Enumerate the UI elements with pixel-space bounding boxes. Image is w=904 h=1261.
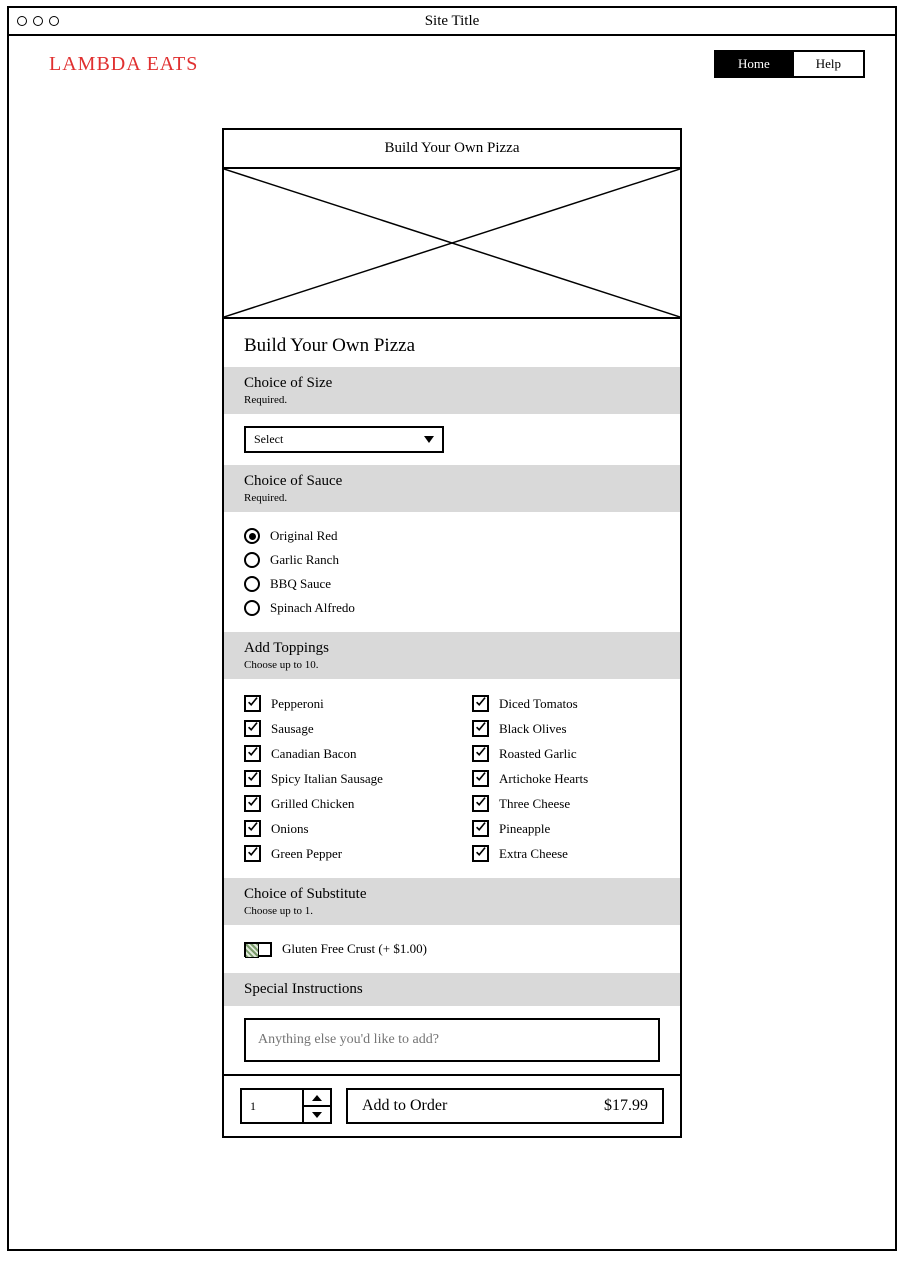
- nav-tabs: Home Help: [714, 50, 865, 78]
- topping-label: Onions: [271, 821, 309, 837]
- sauce-option-label: Garlic Ranch: [270, 552, 339, 568]
- instructions-title: Special Instructions: [244, 981, 660, 998]
- size-sub: Required.: [244, 394, 660, 406]
- checkbox-topping[interactable]: [244, 720, 261, 737]
- sauce-options: Original Red Garlic Ranch BBQ Sauce Spin…: [224, 512, 680, 632]
- order-footer: 1 Add to Order $17.99: [224, 1074, 680, 1136]
- checkbox-topping[interactable]: [472, 795, 489, 812]
- checkbox-topping[interactable]: [244, 770, 261, 787]
- topping-label: Grilled Chicken: [271, 796, 354, 812]
- topping-label: Extra Cheese: [499, 846, 568, 862]
- brand-logo: LAMBDA EATS: [49, 53, 198, 76]
- chevron-up-icon: [312, 1095, 322, 1101]
- topping-label: Artichoke Hearts: [499, 771, 588, 787]
- checkbox-topping[interactable]: [472, 845, 489, 862]
- toppings-title: Add Toppings: [244, 640, 660, 657]
- sauce-sub: Required.: [244, 492, 660, 504]
- topping-label: Black Olives: [499, 721, 567, 737]
- sauce-option-label: BBQ Sauce: [270, 576, 331, 592]
- quantity-decrement[interactable]: [304, 1107, 330, 1122]
- section-instructions-header: Special Instructions: [224, 973, 680, 1006]
- order-price: $17.99: [604, 1097, 648, 1115]
- form-heading: Build Your Own Pizza: [224, 319, 680, 367]
- radio-garlic-ranch[interactable]: [244, 552, 260, 568]
- topping-label: Roasted Garlic: [499, 746, 577, 762]
- size-select[interactable]: Select: [244, 426, 444, 453]
- topping-label: Sausage: [271, 721, 314, 737]
- checkbox-topping[interactable]: [244, 695, 261, 712]
- page-header: LAMBDA EATS Home Help: [9, 36, 895, 88]
- topping-label: Pineapple: [499, 821, 550, 837]
- topping-label: Spicy Italian Sausage: [271, 771, 383, 787]
- section-sauce-header: Choice of Sauce Required.: [224, 465, 680, 512]
- checkbox-topping[interactable]: [244, 745, 261, 762]
- checkbox-topping[interactable]: [244, 795, 261, 812]
- site-title: Site Title: [9, 13, 895, 30]
- sauce-option-label: Spinach Alfredo: [270, 600, 355, 616]
- section-toppings-header: Add Toppings Choose up to 10.: [224, 632, 680, 679]
- quantity-increment[interactable]: [304, 1090, 330, 1107]
- checkbox-topping[interactable]: [472, 720, 489, 737]
- nav-tab-home[interactable]: Home: [714, 50, 794, 78]
- topping-label: Diced Tomatos: [499, 696, 578, 712]
- size-title: Choice of Size: [244, 375, 660, 392]
- checkbox-topping[interactable]: [472, 695, 489, 712]
- substitute-title: Choice of Substitute: [244, 886, 660, 903]
- hero-image-placeholder: [224, 169, 680, 319]
- add-to-order-button[interactable]: Add to Order $17.99: [346, 1088, 664, 1124]
- radio-spinach-alfredo[interactable]: [244, 600, 260, 616]
- topping-label: Canadian Bacon: [271, 746, 357, 762]
- topping-label: Pepperoni: [271, 696, 324, 712]
- toppings-sub: Choose up to 10.: [244, 659, 660, 671]
- radio-bbq-sauce[interactable]: [244, 576, 260, 592]
- special-instructions-input[interactable]: [244, 1018, 660, 1062]
- section-substitute-header: Choice of Substitute Choose up to 1.: [224, 878, 680, 925]
- substitute-option-label: Gluten Free Crust (+ $1.00): [282, 941, 427, 957]
- size-select-label: Select: [254, 432, 283, 447]
- sauce-title: Choice of Sauce: [244, 473, 660, 490]
- chevron-down-icon: [312, 1112, 322, 1118]
- topping-label: Three Cheese: [499, 796, 570, 812]
- substitute-sub: Choose up to 1.: [244, 905, 660, 917]
- topping-label: Green Pepper: [271, 846, 342, 862]
- quantity-value: 1: [242, 1090, 304, 1122]
- section-size-header: Choice of Size Required.: [224, 367, 680, 414]
- toggle-gluten-free[interactable]: [244, 942, 272, 957]
- checkbox-topping[interactable]: [244, 820, 261, 837]
- checkbox-topping[interactable]: [244, 845, 261, 862]
- sauce-option-label: Original Red: [270, 528, 338, 544]
- toppings-grid: Pepperoni Sausage Canadian Bacon Spicy Ital…: [244, 691, 660, 866]
- pizza-form: Build Your Own Pizza Build Your Own Pizz…: [222, 128, 682, 1138]
- chevron-down-icon: [424, 436, 434, 443]
- checkbox-topping[interactable]: [472, 745, 489, 762]
- checkbox-topping[interactable]: [472, 770, 489, 787]
- nav-tab-help[interactable]: Help: [794, 50, 865, 78]
- card-title: Build Your Own Pizza: [224, 130, 680, 169]
- radio-original-red[interactable]: [244, 528, 260, 544]
- add-button-label: Add to Order: [362, 1097, 447, 1115]
- quantity-stepper: 1: [240, 1088, 332, 1124]
- title-bar: Site Title: [9, 8, 895, 36]
- browser-window: Site Title LAMBDA EATS Home Help Build Y…: [7, 6, 897, 1251]
- checkbox-topping[interactable]: [472, 820, 489, 837]
